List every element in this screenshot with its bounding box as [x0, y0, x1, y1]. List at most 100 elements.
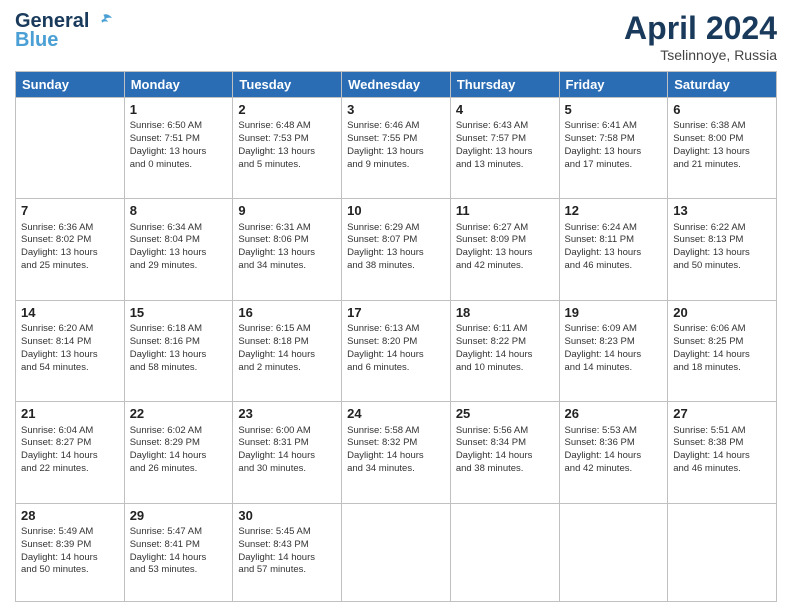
- day-number: 14: [21, 304, 119, 322]
- table-row: 2Sunrise: 6:48 AM Sunset: 7:53 PM Daylig…: [233, 98, 342, 199]
- table-row: 24 Sunrise: 5:58 AM Sunset: 8:32 PM Dayli…: [342, 402, 451, 503]
- day-number: 2: [238, 101, 336, 119]
- col-friday: Friday: [559, 72, 668, 98]
- table-row: 14Sunrise: 6:20 AM Sunset: 8:14 PM Dayli…: [16, 300, 125, 401]
- day-content: Sunrise: 5:49 AM Sunset: 8:39 PM Dayligh…: [21, 526, 119, 577]
- col-monday: Monday: [124, 72, 233, 98]
- table-row: [342, 503, 451, 601]
- day-content: Sunrise: 6:18 AM Sunset: 8:16 PM Dayligh…: [130, 323, 228, 374]
- table-row: 21 Sunrise: 6:04 AM Sunset: 8:27 PM Dayli…: [16, 402, 125, 503]
- day-content: Sunrise: 6:24 AM Sunset: 8:11 PM Dayligh…: [565, 222, 663, 273]
- day-content: Sunrise: 6:43 AM Sunset: 7:57 PM Dayligh…: [456, 120, 554, 171]
- day-number: 11: [456, 202, 554, 220]
- table-row: 16Sunrise: 6:15 AM Sunset: 8:18 PM Dayli…: [233, 300, 342, 401]
- day-content: Sunrise: 6:04 AM Sunset: 8:27 PM Dayligh…: [21, 425, 119, 476]
- logo-bird-icon: [92, 11, 114, 33]
- day-content: Sunrise: 5:58 AM Sunset: 8:32 PM Dayligh…: [347, 425, 445, 476]
- day-content: Sunrise: 5:56 AM Sunset: 8:34 PM Dayligh…: [456, 425, 554, 476]
- day-number: 12: [565, 202, 663, 220]
- day-number: 7: [21, 202, 119, 220]
- day-number: 26: [565, 405, 663, 423]
- table-row: 4Sunrise: 6:43 AM Sunset: 7:57 PM Daylig…: [450, 98, 559, 199]
- table-row: 29Sunrise: 5:47 AM Sunset: 8:41 PM Dayli…: [124, 503, 233, 601]
- table-row: 23 Sunrise: 6:00 AM Sunset: 8:31 PM Dayli…: [233, 402, 342, 503]
- day-content: Sunrise: 6:38 AM Sunset: 8:00 PM Dayligh…: [673, 120, 771, 171]
- table-row: [16, 98, 125, 199]
- day-number: 17: [347, 304, 445, 322]
- calendar-header-row: Sunday Monday Tuesday Wednesday Thursday…: [16, 72, 777, 98]
- day-content: Sunrise: 6:41 AM Sunset: 7:58 PM Dayligh…: [565, 120, 663, 171]
- day-content: Sunrise: 6:00 AM Sunset: 8:31 PM Dayligh…: [238, 425, 336, 476]
- day-content: Sunrise: 6:09 AM Sunset: 8:23 PM Dayligh…: [565, 323, 663, 374]
- header: General Blue April 2024 Tselinnoye, Russ…: [15, 10, 777, 63]
- day-number: 5: [565, 101, 663, 119]
- table-row: 9Sunrise: 6:31 AM Sunset: 8:06 PM Daylig…: [233, 199, 342, 300]
- day-number: 13: [673, 202, 771, 220]
- day-number: 16: [238, 304, 336, 322]
- location: Tselinnoye, Russia: [624, 47, 777, 63]
- table-row: 10 Sunrise: 6:29 AM Sunset: 8:07 PM Dayli…: [342, 199, 451, 300]
- day-number: 6: [673, 101, 771, 119]
- table-row: 25Sunrise: 5:56 AM Sunset: 8:34 PM Dayli…: [450, 402, 559, 503]
- day-content: Sunrise: 5:51 AM Sunset: 8:38 PM Dayligh…: [673, 425, 771, 476]
- day-number: 18: [456, 304, 554, 322]
- calendar-week-3: 14Sunrise: 6:20 AM Sunset: 8:14 PM Dayli…: [16, 300, 777, 401]
- day-content: Sunrise: 6:02 AM Sunset: 8:29 PM Dayligh…: [130, 425, 228, 476]
- day-number: 8: [130, 202, 228, 220]
- calendar-week-1: 1Sunrise: 6:50 AM Sunset: 7:51 PM Daylig…: [16, 98, 777, 199]
- day-number: 1: [130, 101, 228, 119]
- day-content: Sunrise: 6:11 AM Sunset: 8:22 PM Dayligh…: [456, 323, 554, 374]
- day-content: Sunrise: 6:36 AM Sunset: 8:02 PM Dayligh…: [21, 222, 119, 273]
- day-number: 15: [130, 304, 228, 322]
- day-number: 22: [130, 405, 228, 423]
- col-thursday: Thursday: [450, 72, 559, 98]
- day-content: Sunrise: 6:29 AM Sunset: 8:07 PM Dayligh…: [347, 222, 445, 273]
- table-row: 5Sunrise: 6:41 AM Sunset: 7:58 PM Daylig…: [559, 98, 668, 199]
- col-saturday: Saturday: [668, 72, 777, 98]
- day-number: 28: [21, 507, 119, 525]
- table-row: 28Sunrise: 5:49 AM Sunset: 8:39 PM Dayli…: [16, 503, 125, 601]
- day-content: Sunrise: 6:13 AM Sunset: 8:20 PM Dayligh…: [347, 323, 445, 374]
- table-row: 8 Sunrise: 6:34 AM Sunset: 8:04 PM Daylig…: [124, 199, 233, 300]
- day-number: 10: [347, 202, 445, 220]
- calendar-week-5: 28Sunrise: 5:49 AM Sunset: 8:39 PM Dayli…: [16, 503, 777, 601]
- day-content: Sunrise: 6:48 AM Sunset: 7:53 PM Dayligh…: [238, 120, 336, 171]
- table-row: 26Sunrise: 5:53 AM Sunset: 8:36 PM Dayli…: [559, 402, 668, 503]
- table-row: 18Sunrise: 6:11 AM Sunset: 8:22 PM Dayli…: [450, 300, 559, 401]
- table-row: 6Sunrise: 6:38 AM Sunset: 8:00 PM Daylig…: [668, 98, 777, 199]
- day-number: 24: [347, 405, 445, 423]
- day-number: 23: [238, 405, 336, 423]
- table-row: 1Sunrise: 6:50 AM Sunset: 7:51 PM Daylig…: [124, 98, 233, 199]
- day-content: Sunrise: 5:47 AM Sunset: 8:41 PM Dayligh…: [130, 526, 228, 577]
- day-content: Sunrise: 6:34 AM Sunset: 8:04 PM Dayligh…: [130, 222, 228, 273]
- day-content: Sunrise: 6:50 AM Sunset: 7:51 PM Dayligh…: [130, 120, 228, 171]
- day-number: 20: [673, 304, 771, 322]
- day-content: Sunrise: 6:46 AM Sunset: 7:55 PM Dayligh…: [347, 120, 445, 171]
- day-number: 3: [347, 101, 445, 119]
- table-row: 20Sunrise: 6:06 AM Sunset: 8:25 PM Dayli…: [668, 300, 777, 401]
- day-number: 21: [21, 405, 119, 423]
- table-row: 3Sunrise: 6:46 AM Sunset: 7:55 PM Daylig…: [342, 98, 451, 199]
- day-content: Sunrise: 6:27 AM Sunset: 8:09 PM Dayligh…: [456, 222, 554, 273]
- table-row: 11 Sunrise: 6:27 AM Sunset: 8:09 PM Dayli…: [450, 199, 559, 300]
- table-row: [450, 503, 559, 601]
- day-content: Sunrise: 6:15 AM Sunset: 8:18 PM Dayligh…: [238, 323, 336, 374]
- table-row: 27Sunrise: 5:51 AM Sunset: 8:38 PM Dayli…: [668, 402, 777, 503]
- month-title: April 2024: [624, 10, 777, 47]
- logo-blue: Blue: [15, 29, 58, 52]
- table-row: [668, 503, 777, 601]
- day-number: 19: [565, 304, 663, 322]
- day-number: 9: [238, 202, 336, 220]
- calendar-week-4: 21 Sunrise: 6:04 AM Sunset: 8:27 PM Dayli…: [16, 402, 777, 503]
- calendar-week-2: 7 Sunrise: 6:36 AM Sunset: 8:02 PM Daylig…: [16, 199, 777, 300]
- day-number: 30: [238, 507, 336, 525]
- table-row: 30Sunrise: 5:45 AM Sunset: 8:43 PM Dayli…: [233, 503, 342, 601]
- logo: General Blue: [15, 10, 114, 52]
- table-row: 15Sunrise: 6:18 AM Sunset: 8:16 PM Dayli…: [124, 300, 233, 401]
- day-number: 4: [456, 101, 554, 119]
- day-content: Sunrise: 6:06 AM Sunset: 8:25 PM Dayligh…: [673, 323, 771, 374]
- table-row: 17Sunrise: 6:13 AM Sunset: 8:20 PM Dayli…: [342, 300, 451, 401]
- day-content: Sunrise: 6:20 AM Sunset: 8:14 PM Dayligh…: [21, 323, 119, 374]
- day-number: 29: [130, 507, 228, 525]
- calendar-page: General Blue April 2024 Tselinnoye, Russ…: [0, 0, 792, 612]
